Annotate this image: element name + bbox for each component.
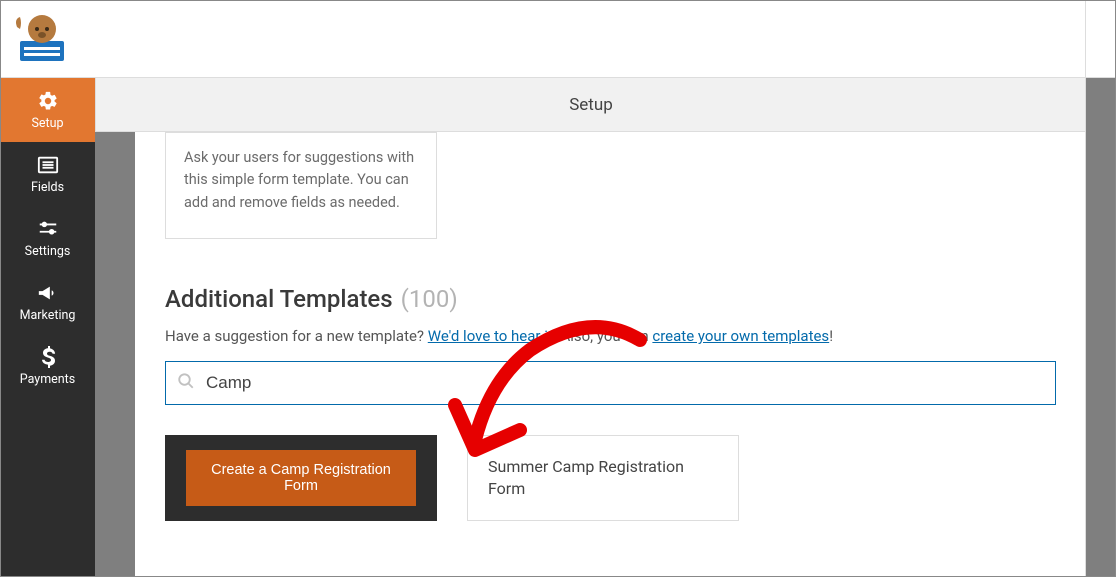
sidebar-item-fields[interactable]: Fields	[0, 142, 95, 206]
wpforms-logo	[12, 9, 72, 69]
sidebar-item-label: Marketing	[20, 308, 76, 323]
template-count: (100)	[401, 285, 458, 313]
sidebar-item-settings[interactable]: Settings	[0, 206, 95, 270]
template-card-desc: Ask your users for suggestions with this…	[165, 132, 437, 239]
bullhorn-icon	[36, 282, 60, 304]
page-title: Setup	[569, 95, 613, 115]
gear-icon	[36, 90, 60, 112]
template-card-title: Summer Camp Registration Form	[488, 456, 718, 501]
list-icon	[36, 154, 60, 176]
sidebar-item-payments[interactable]: Payments	[0, 334, 95, 398]
sidebar-item-label: Settings	[25, 244, 71, 259]
create-template-card[interactable]: Create a Camp Registration Form	[165, 435, 437, 521]
search-icon	[177, 372, 195, 394]
feedback-link[interactable]: We'd love to hear it	[428, 327, 553, 345]
additional-templates-heading: Additional Templates (100)	[165, 285, 1056, 313]
template-search-input[interactable]	[165, 361, 1056, 405]
create-own-link[interactable]: create your own templates	[652, 327, 829, 345]
template-card-text: Ask your users for suggestions with this…	[184, 149, 414, 211]
sidebar-item-marketing[interactable]: Marketing	[0, 270, 95, 334]
sliders-icon	[36, 218, 60, 240]
builder-header: Setup	[95, 78, 1086, 132]
sidebar-item-label: Setup	[31, 116, 63, 131]
sidebar-item-label: Payments	[20, 372, 75, 387]
dollar-icon	[36, 346, 60, 368]
create-camp-form-button[interactable]: Create a Camp Registration Form	[186, 450, 416, 506]
sidebar-item-setup[interactable]: Setup	[0, 78, 95, 142]
heading-text: Additional Templates	[165, 285, 393, 313]
templates-subtext: Have a suggestion for a new template? We…	[165, 327, 1056, 345]
template-card[interactable]: Summer Camp Registration Form	[467, 435, 739, 521]
sidebar-item-label: Fields	[31, 180, 64, 195]
builder-sidebar: Setup Fields Settings Marketing Payments	[0, 78, 95, 577]
main-panel: Ask your users for suggestions with this…	[135, 132, 1086, 577]
